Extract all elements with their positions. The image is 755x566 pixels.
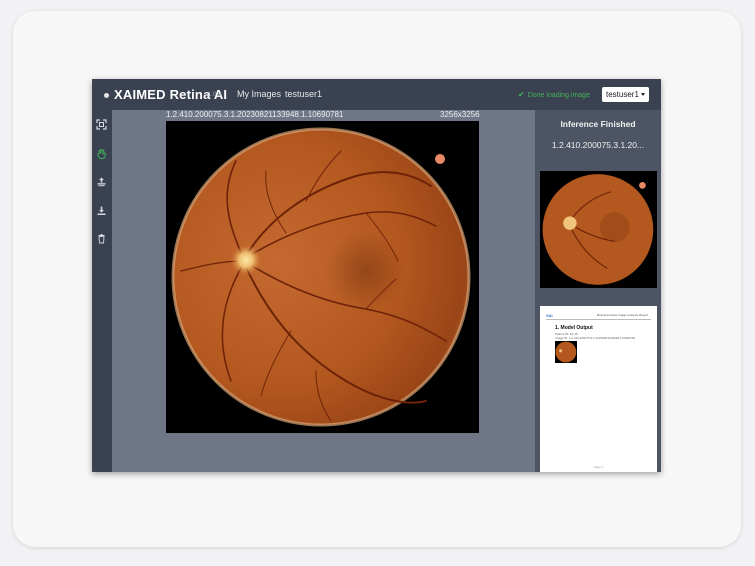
fundus-image xyxy=(171,127,471,427)
caret-down-icon xyxy=(641,93,645,96)
result-thumbnail[interactable] xyxy=(540,171,657,288)
app-version: v1.0.0 xyxy=(205,92,222,98)
tool-sidebar xyxy=(92,110,112,472)
report-fundus-thumbnail xyxy=(555,341,577,363)
report-page-number: Page 1 xyxy=(593,465,604,469)
brand-dot-icon xyxy=(104,93,109,98)
report-fundus-image xyxy=(555,341,577,363)
download-icon[interactable] xyxy=(96,205,107,216)
nav-my-images[interactable]: My Images xyxy=(237,89,281,99)
load-status: ✔ Done loading image xyxy=(518,90,590,99)
report-divider xyxy=(546,319,651,320)
load-status-text: Done loading image xyxy=(527,92,590,99)
upload-icon[interactable] xyxy=(96,176,107,187)
pan-hand-icon[interactable] xyxy=(96,148,107,159)
result-image-id: 1.2.410.200075.3.1.20... xyxy=(551,140,645,150)
check-icon: ✔ xyxy=(518,90,525,99)
app-window: XAIMED Retina AI v1.0.0 My Images testus… xyxy=(92,79,661,472)
report-heading: Retinal Fundus Image Analysis Report xyxy=(597,313,649,317)
report-preview[interactable]: XAI Retinal Fundus Image Analysis Report… xyxy=(540,306,657,472)
user-dropdown[interactable]: testuser1 xyxy=(602,87,649,102)
thumbnail-fundus-image xyxy=(542,174,654,285)
user-dropdown-label: testuser1 xyxy=(606,90,639,99)
report-logo: XAI xyxy=(546,313,553,318)
top-bar: XAIMED Retina AI v1.0.0 My Images testus… xyxy=(92,79,661,110)
image-size-label: 3256x3256 xyxy=(440,110,480,119)
inference-status-title: Inference Finished xyxy=(560,119,636,129)
trash-icon[interactable] xyxy=(96,233,107,244)
report-line-2: Image ID: 1.2.410.200075.3.1.20230821133… xyxy=(555,336,636,340)
nav-username[interactable]: testuser1 xyxy=(285,89,322,99)
image-id-label: 1.2.410.200075.3.1.20230821133948.1.1069… xyxy=(166,110,344,119)
fit-screen-icon[interactable] xyxy=(96,119,107,130)
image-canvas[interactable]: 1.2.410.200075.3.1.20230821133948.1.1069… xyxy=(112,110,535,472)
results-panel: Inference Finished 1.2.410.200075.3.1.20… xyxy=(535,110,661,472)
report-section-title: 1. Model Output xyxy=(555,325,593,331)
fundus-viewer[interactable] xyxy=(166,121,479,433)
